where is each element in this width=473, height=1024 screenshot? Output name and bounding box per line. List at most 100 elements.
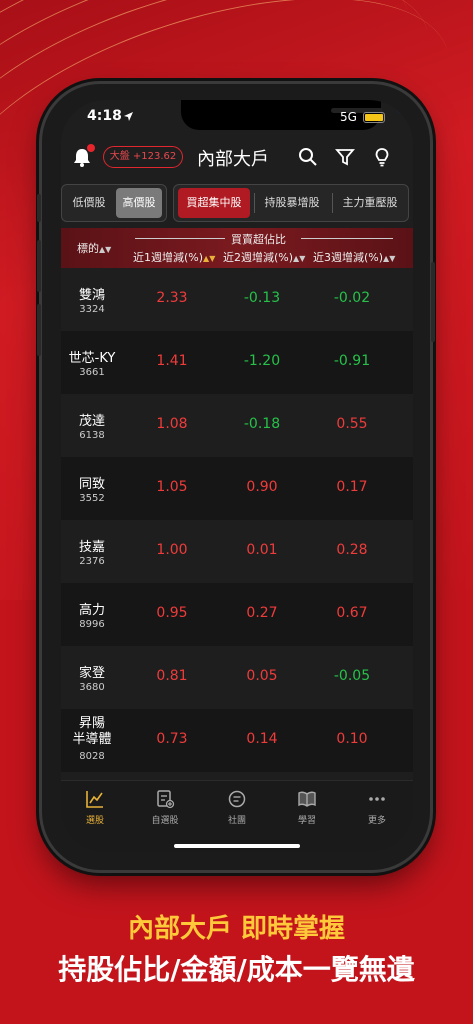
tab-label: 社團 bbox=[227, 816, 246, 826]
tab-major-heavy[interactable]: 主力重壓股 bbox=[334, 188, 406, 218]
table-row[interactable]: 技嘉 2376 1.00 0.01 0.28 bbox=[61, 520, 413, 583]
tab-community[interactable]: 社團 bbox=[207, 789, 267, 826]
tab-label: 選股 bbox=[85, 816, 104, 826]
index-label: 大盤 bbox=[109, 151, 130, 162]
tab-holding-surge[interactable]: 持股暴增股 bbox=[256, 188, 328, 218]
tab-stock-picker[interactable]: 選股 bbox=[65, 789, 125, 826]
tab-label: 更多 bbox=[367, 816, 386, 826]
phone-side-button bbox=[37, 240, 41, 292]
tab-more[interactable]: 更多 bbox=[347, 789, 407, 826]
search-icon[interactable] bbox=[297, 146, 319, 168]
book-icon bbox=[298, 791, 316, 807]
week3-value: -0.05 bbox=[333, 668, 371, 684]
app-header: 大盤 +123.62 內部大戶 bbox=[61, 140, 413, 174]
page-title: 內部大戶 bbox=[197, 149, 269, 170]
stock-code: 3680 bbox=[79, 682, 105, 693]
segment-low-price[interactable]: 低價股 bbox=[66, 188, 112, 218]
week2-value: 0.90 bbox=[246, 479, 278, 495]
chart-line-icon bbox=[86, 791, 103, 808]
week1-value: 2.33 bbox=[156, 290, 188, 306]
network-indicator: 5G bbox=[340, 110, 357, 124]
week2-value: -0.13 bbox=[243, 290, 281, 306]
week2-header-label: 近2週增減(%) bbox=[223, 251, 294, 264]
more-icon bbox=[369, 797, 385, 801]
sort-icon: ▲▼ bbox=[99, 245, 112, 254]
table-row[interactable]: 高力 8996 0.95 0.27 0.67 bbox=[61, 583, 413, 646]
tab-watchlist[interactable]: 自選股 bbox=[135, 789, 195, 826]
header-divider-line bbox=[135, 238, 225, 239]
tab-label: 自選股 bbox=[151, 816, 179, 826]
symbol-header-label: 標的 bbox=[77, 242, 99, 255]
sort-icon: ▲▼ bbox=[383, 254, 396, 263]
segment-high-price[interactable]: 高價股 bbox=[116, 188, 162, 218]
segment-divider bbox=[254, 193, 255, 213]
table-row[interactable]: 雙鴻 3324 2.33 -0.13 -0.02 bbox=[61, 268, 413, 331]
stock-code: 2376 bbox=[79, 556, 105, 567]
week3-value: 0.28 bbox=[336, 542, 368, 558]
week3-header-label: 近3週增減(%) bbox=[313, 251, 384, 264]
week2-value: 0.14 bbox=[246, 731, 278, 747]
week3-value: 0.10 bbox=[336, 731, 368, 747]
stock-code: 3552 bbox=[79, 493, 105, 504]
sort-icon: ▲▼ bbox=[293, 254, 306, 263]
category-segment-group: 買超集中股 持股暴增股 主力重壓股 bbox=[173, 184, 409, 222]
stock-name: 家登 bbox=[78, 666, 105, 681]
column-header-week3[interactable]: 近3週增減(%)▲▼ bbox=[313, 249, 395, 265]
stock-table: 雙鴻 3324 2.33 -0.13 -0.02 世芯-KY 3661 1.41… bbox=[61, 268, 413, 772]
table-row[interactable]: 昇陽 半導體 8028 0.73 0.14 0.10 bbox=[61, 709, 413, 772]
tab-learning[interactable]: 學習 bbox=[277, 789, 337, 826]
stock-code: 6138 bbox=[79, 430, 105, 441]
stock-name: 同致 bbox=[78, 477, 105, 492]
column-header-week1[interactable]: 近1週增減(%)▲▼ bbox=[133, 249, 215, 265]
table-row[interactable]: 茂達 6138 1.08 -0.18 0.55 bbox=[61, 394, 413, 457]
price-segment-group: 低價股 高價股 bbox=[61, 184, 167, 222]
status-time: 4:18 bbox=[87, 108, 122, 124]
group-header: 買賣超佔比 bbox=[231, 233, 286, 246]
table-row[interactable]: 世芯-KY 3661 1.41 -1.20 -0.91 bbox=[61, 331, 413, 394]
tab-net-buy-concentration[interactable]: 買超集中股 bbox=[178, 188, 250, 218]
week1-value: 1.00 bbox=[156, 542, 188, 558]
notification-dot bbox=[87, 144, 95, 152]
sort-active-icon: ▲▼ bbox=[203, 254, 216, 263]
chat-icon bbox=[228, 790, 246, 808]
tab-label: 學習 bbox=[297, 816, 316, 826]
symbol-column-header[interactable]: 標的▲▼ bbox=[77, 240, 111, 256]
week1-value: 0.95 bbox=[156, 605, 188, 621]
week1-value: 1.05 bbox=[156, 479, 188, 495]
stock-code: 8996 bbox=[79, 619, 105, 630]
segment-divider bbox=[332, 193, 333, 213]
header-divider-line bbox=[301, 238, 393, 239]
tagline-headline: 內部大戶 即時掌握 bbox=[127, 914, 346, 944]
stock-code: 3324 bbox=[79, 304, 105, 315]
phone-side-button bbox=[37, 194, 41, 222]
stock-name: 雙鴻 bbox=[78, 288, 105, 303]
home-indicator bbox=[174, 844, 300, 848]
stock-name: 技嘉 bbox=[78, 540, 105, 555]
phone-side-button bbox=[37, 304, 41, 356]
filter-segments: 低價股 高價股 買超集中股 持股暴增股 主力重壓股 bbox=[61, 184, 413, 222]
week3-value: -0.02 bbox=[333, 290, 371, 306]
week3-value: 0.17 bbox=[336, 479, 368, 495]
week2-value: -1.20 bbox=[243, 353, 281, 369]
app-screen: 4:18 5G 大盤 +123.62 內部大戶 低價股 高價股 買超集中股 持股… bbox=[61, 100, 413, 852]
week3-value: 0.67 bbox=[336, 605, 368, 621]
column-header-week2[interactable]: 近2週增減(%)▲▼ bbox=[223, 249, 305, 265]
week2-value: 0.01 bbox=[246, 542, 278, 558]
table-header: 標的▲▼ 買賣超佔比 近1週增減(%)▲▼ 近2週增減(%)▲▼ 近3週增減(%… bbox=[61, 228, 413, 268]
table-row[interactable]: 同致 3552 1.05 0.90 0.17 bbox=[61, 457, 413, 520]
filter-icon[interactable] bbox=[334, 146, 356, 168]
watchlist-icon bbox=[157, 790, 175, 809]
lightbulb-icon[interactable] bbox=[371, 146, 393, 168]
status-bar: 4:18 5G bbox=[61, 108, 413, 130]
week2-value: -0.18 bbox=[243, 416, 281, 432]
market-index-pill[interactable]: 大盤 +123.62 bbox=[103, 146, 183, 168]
week1-header-label: 近1週增減(%) bbox=[133, 251, 204, 264]
stock-code: 3661 bbox=[79, 367, 105, 378]
week3-value: -0.91 bbox=[333, 353, 371, 369]
stock-name: 茂達 bbox=[78, 414, 105, 429]
tagline-subheadline: 持股佔比/金額/成本一覽無遺 bbox=[58, 953, 415, 986]
table-row[interactable]: 家登 3680 0.81 0.05 -0.05 bbox=[61, 646, 413, 709]
week1-value: 1.08 bbox=[156, 416, 188, 432]
stock-code: 8028 bbox=[79, 751, 105, 762]
week2-value: 0.05 bbox=[246, 668, 278, 684]
